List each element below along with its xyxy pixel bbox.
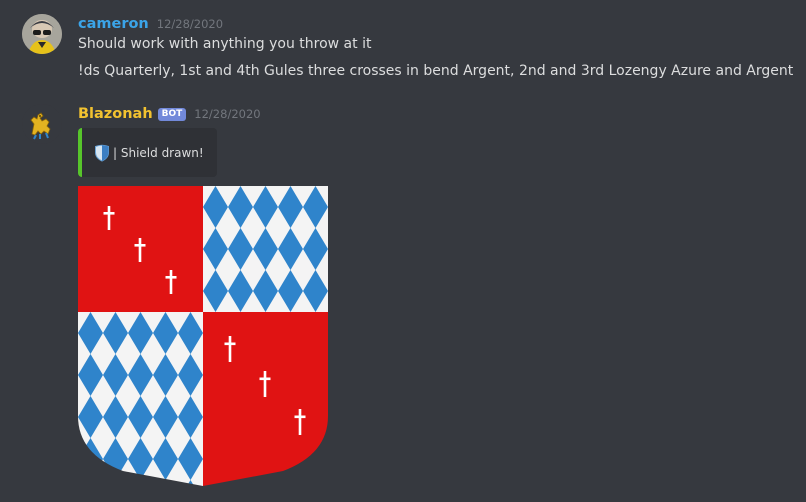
message-text: !ds Quarterly, 1st and 4th Gules three c…: [78, 63, 794, 79]
timestamp[interactable]: 12/28/2020: [194, 107, 260, 121]
user-avatar[interactable]: [22, 14, 62, 54]
embed-description: | Shield drawn!: [113, 145, 204, 160]
username[interactable]: Blazonah: [78, 106, 153, 122]
user-avatar-photo: [22, 14, 62, 54]
shield-drawing[interactable]: [78, 186, 328, 486]
quarter-lozengy-2: [203, 186, 328, 312]
timestamp[interactable]: 12/28/2020: [157, 17, 223, 31]
message-header: cameron 12/28/2020: [78, 14, 223, 34]
chat-messages: cameron 12/28/2020 Should work with anyt…: [0, 0, 806, 502]
message-header: Blazonah BOT 12/28/2020: [78, 104, 261, 124]
shield-icon: [95, 144, 109, 162]
lion-rampant-icon: [22, 104, 62, 144]
bot-badge: BOT: [157, 107, 187, 121]
embed: | Shield drawn!: [78, 128, 217, 177]
quarter-gules-4: [203, 312, 328, 486]
bot-avatar[interactable]: [22, 104, 62, 144]
username[interactable]: cameron: [78, 16, 149, 32]
message-text: Should work with anything you throw at i…: [78, 36, 372, 52]
quarter-lozengy-3: [78, 312, 203, 486]
